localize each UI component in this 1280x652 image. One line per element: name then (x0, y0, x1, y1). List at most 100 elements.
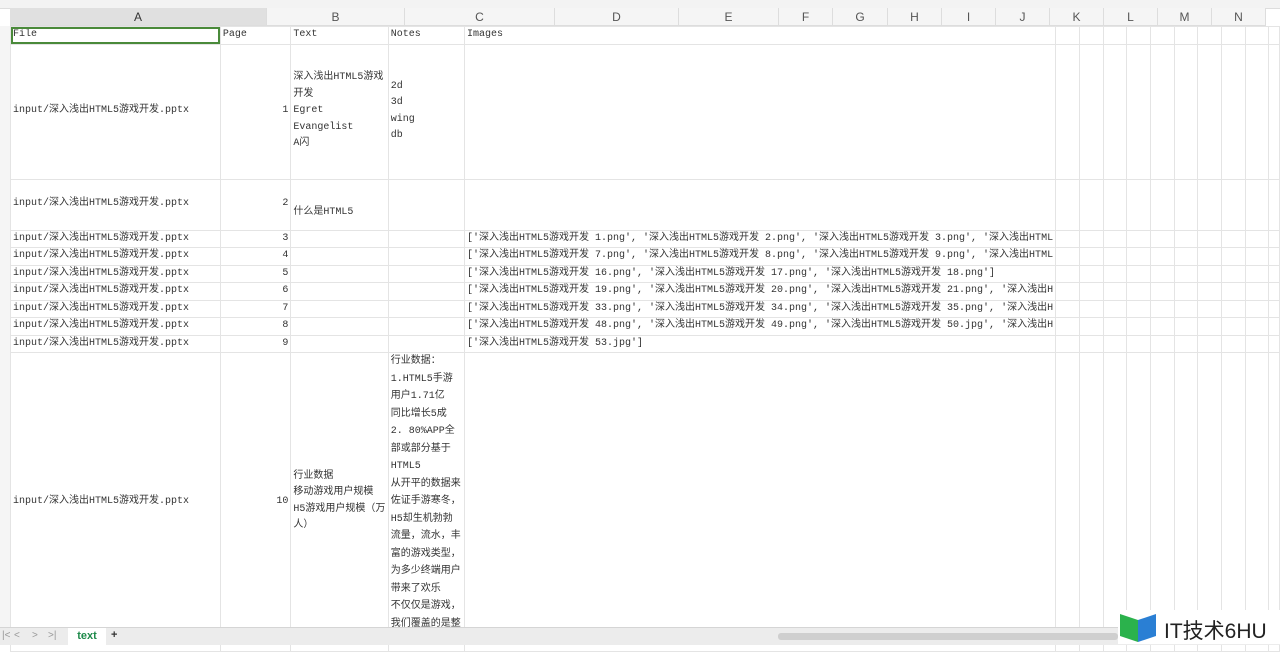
cell[interactable] (1197, 26, 1222, 45)
cell-page[interactable]: 5 (219, 264, 292, 283)
cell-file[interactable]: input/深入浅出HTML5游戏开发.pptx (10, 352, 221, 652)
cell-page[interactable]: 3 (219, 229, 292, 248)
cell[interactable] (1055, 317, 1080, 336)
column-header-F[interactable]: F (779, 8, 833, 26)
cell-file[interactable]: input/深入浅出HTML5游戏开发.pptx (10, 178, 221, 231)
cell-page[interactable]: 6 (219, 282, 292, 301)
cell-file[interactable]: input/深入浅出HTML5游戏开发.pptx (10, 334, 221, 353)
cell-page[interactable]: 9 (219, 334, 292, 353)
cell[interactable] (1268, 26, 1280, 45)
cell-notes[interactable] (387, 229, 466, 248)
cell[interactable] (1173, 352, 1199, 652)
cell[interactable] (1173, 229, 1199, 248)
cell[interactable] (1220, 178, 1246, 231)
cell[interactable] (1173, 264, 1199, 283)
cell[interactable] (1268, 43, 1280, 180)
cell-images[interactable]: ['深入浅出HTML5游戏开发 7.png', '深入浅出HTML5游戏开发 8… (464, 247, 1057, 266)
cell-text[interactable]: 什么是HTML5 (290, 178, 389, 231)
column-header-H[interactable]: H (888, 8, 942, 26)
cell[interactable] (1078, 247, 1104, 266)
cell-images[interactable] (464, 352, 1057, 652)
cell[interactable] (1220, 317, 1246, 336)
cell-file[interactable]: input/深入浅出HTML5游戏开发.pptx (10, 43, 221, 180)
cell[interactable] (1102, 229, 1128, 248)
cell[interactable] (1173, 299, 1199, 318)
prev-sheet-icon[interactable]: < (14, 630, 20, 641)
cell-notes[interactable] (387, 247, 466, 266)
cell[interactable] (1173, 178, 1199, 231)
cell-page[interactable]: 4 (219, 247, 292, 266)
cell[interactable] (1268, 334, 1280, 353)
cell[interactable] (1055, 299, 1080, 318)
cell[interactable] (1102, 352, 1128, 652)
cell[interactable] (1078, 43, 1104, 180)
cell[interactable] (1220, 229, 1246, 248)
cell[interactable] (1197, 352, 1222, 652)
cell[interactable] (1126, 352, 1152, 652)
cell-notes-header[interactable]: Notes (387, 26, 466, 45)
cell[interactable] (1126, 43, 1152, 180)
cell-images[interactable]: ['深入浅出HTML5游戏开发 19.png', '深入浅出HTML5游戏开发 … (464, 282, 1057, 301)
cell[interactable] (1150, 299, 1175, 318)
add-sheet-button[interactable]: + (111, 629, 117, 641)
cell-notes[interactable] (387, 334, 466, 353)
column-header-B[interactable]: B (267, 8, 405, 26)
cell[interactable] (1126, 229, 1152, 248)
next-sheet-icon[interactable]: > (32, 630, 38, 641)
cell[interactable] (1150, 264, 1175, 283)
cell-text[interactable] (290, 229, 389, 248)
cell[interactable] (1173, 282, 1199, 301)
cell-images-header[interactable]: Images (464, 26, 1057, 45)
cell-images[interactable] (464, 43, 1057, 180)
cell[interactable] (1150, 43, 1175, 180)
cell[interactable] (1220, 352, 1246, 652)
cell[interactable] (1150, 247, 1175, 266)
cell[interactable] (1055, 247, 1080, 266)
cell-file[interactable]: input/深入浅出HTML5游戏开发.pptx (10, 264, 221, 283)
cell[interactable] (1126, 247, 1152, 266)
cell-page[interactable]: 2 (219, 178, 292, 231)
cell-text[interactable] (290, 247, 389, 266)
cell[interactable] (1078, 299, 1104, 318)
cell[interactable] (1244, 282, 1270, 301)
column-header-G[interactable]: G (833, 8, 888, 26)
cell-images[interactable]: ['深入浅出HTML5游戏开发 53.jpg'] (464, 334, 1057, 353)
cell[interactable] (1078, 317, 1104, 336)
horizontal-scrollbar[interactable] (778, 633, 1118, 640)
cell[interactable] (1150, 178, 1175, 231)
cell[interactable] (1150, 229, 1175, 248)
cell[interactable] (1102, 299, 1128, 318)
cell-images[interactable]: ['深入浅出HTML5游戏开发 1.png', '深入浅出HTML5游戏开发 2… (464, 229, 1057, 248)
cell[interactable] (1078, 229, 1104, 248)
cell[interactable] (1244, 229, 1270, 248)
cell[interactable] (1126, 178, 1152, 231)
cell-file[interactable]: input/深入浅出HTML5游戏开发.pptx (10, 229, 221, 248)
cell-images[interactable]: ['深入浅出HTML5游戏开发 33.png', '深入浅出HTML5游戏开发 … (464, 299, 1057, 318)
cell[interactable] (1220, 299, 1246, 318)
cell[interactable] (1150, 317, 1175, 336)
cell-text[interactable]: 深入浅出HTML5游戏开发 Egret Evangelist A闪 (290, 43, 389, 180)
cell[interactable] (1078, 282, 1104, 301)
cell-notes[interactable]: 行业数据：1.HTML5手游用户1.71亿 同比增长5成 2. 80%APP全部… (387, 352, 466, 652)
column-header-I[interactable]: I (942, 8, 996, 26)
cell[interactable] (1268, 282, 1280, 301)
column-header-L[interactable]: L (1104, 8, 1158, 26)
cell[interactable] (1268, 247, 1280, 266)
last-sheet-icon[interactable]: >| (48, 630, 56, 641)
cell-text[interactable]: 行业数据 移动游戏用户规模 H5游戏用户规模（万人） (290, 352, 389, 652)
cell-page[interactable]: 10 (219, 352, 292, 652)
cell[interactable] (1268, 352, 1280, 652)
cell[interactable] (1055, 334, 1080, 353)
cell[interactable] (1173, 43, 1199, 180)
cell[interactable] (1173, 26, 1199, 45)
cell[interactable] (1244, 352, 1270, 652)
cell-notes[interactable] (387, 282, 466, 301)
cell[interactable] (1173, 247, 1199, 266)
cell[interactable] (1078, 264, 1104, 283)
cell[interactable] (1220, 43, 1246, 180)
cell[interactable] (1078, 178, 1104, 231)
cell-notes[interactable] (387, 178, 466, 231)
cell-images[interactable]: ['深入浅出HTML5游戏开发 48.png', '深入浅出HTML5游戏开发 … (464, 317, 1057, 336)
cell[interactable] (1126, 26, 1152, 45)
cell[interactable] (1197, 178, 1222, 231)
